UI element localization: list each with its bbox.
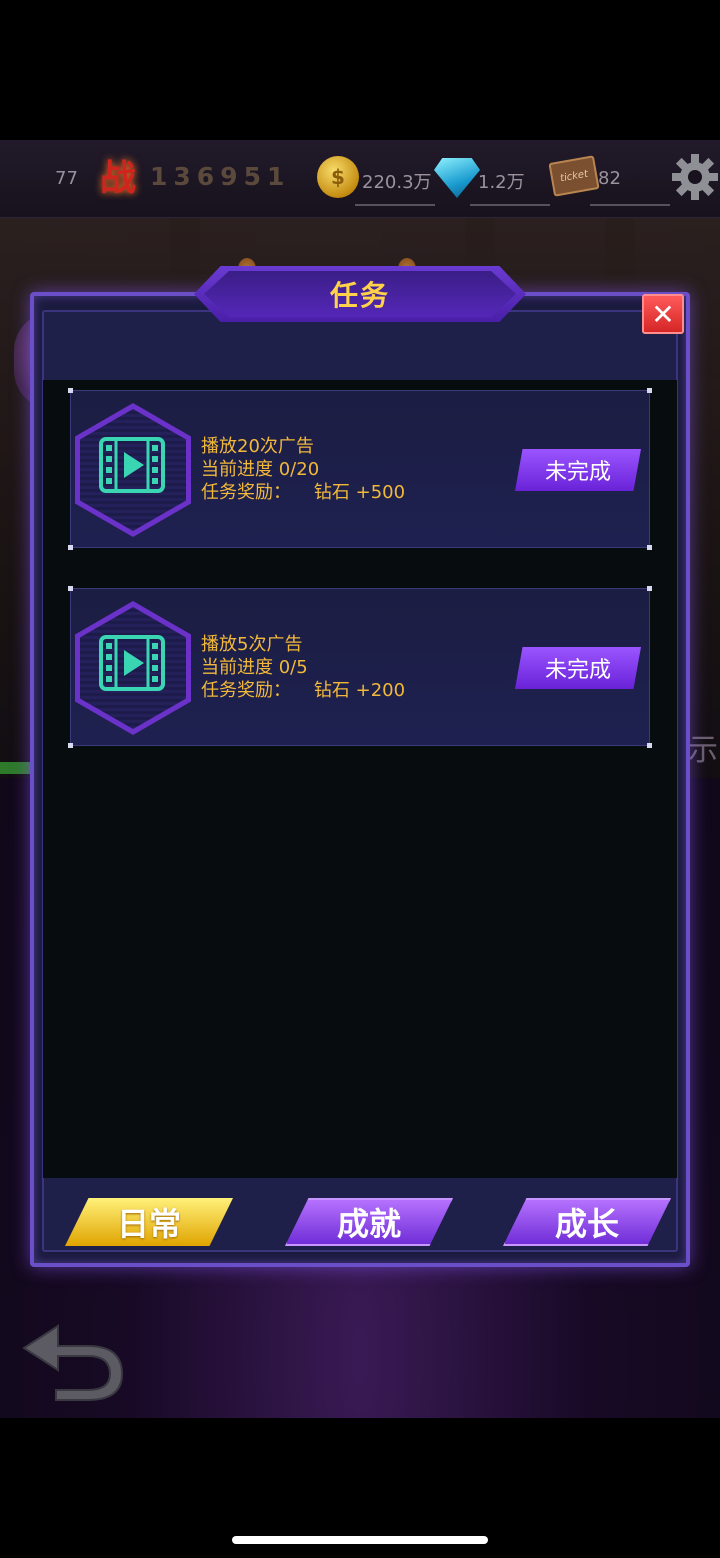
task-details: 播放20次广告 当前进度 0/20 任务奖励： 钻石 +500 [201, 435, 405, 504]
tab-achievement[interactable]: 成就 [285, 1198, 453, 1246]
ticket-icon: ticket [548, 155, 600, 197]
task-progress: 当前进度 0/20 [201, 459, 320, 480]
diamond-icon [434, 158, 480, 198]
task-details: 播放5次广告 当前进度 0/5 任务奖励： 钻石 +200 [201, 633, 405, 702]
ticket-value: 82 [598, 168, 621, 189]
tab-growth[interactable]: 成长 [503, 1198, 671, 1246]
corner-dot [68, 743, 73, 748]
corner-dot [647, 586, 652, 591]
battle-power-value: 136951 [150, 162, 291, 191]
background-hp-bar [0, 762, 30, 774]
task-item: 播放5次广告 当前进度 0/5 任务奖励： 钻石 +200 未完成 [68, 586, 652, 748]
coin-icon: $ [317, 156, 359, 198]
back-arrow-icon[interactable] [18, 1318, 128, 1402]
task-name: 播放5次广告 [201, 634, 303, 655]
task-tab-bar: 日常 成就 成长 [43, 1180, 677, 1260]
film-play-icon [99, 437, 165, 493]
diamond-value: 1.2万 [478, 172, 525, 193]
corner-dot [68, 586, 73, 591]
home-indicator[interactable] [232, 1536, 488, 1544]
tab-daily[interactable]: 日常 [65, 1198, 233, 1246]
task-reward: 任务奖励： 钻石 +500 [201, 482, 406, 503]
coin-underline [355, 204, 435, 206]
gear-icon[interactable] [670, 152, 720, 202]
top-status-bar: 77 战 136951 $ 220.3万 1.2万 ticket 82 [0, 140, 720, 218]
corner-dot [68, 545, 73, 550]
task-status-button[interactable]: 未完成 [515, 449, 641, 491]
background-side-text: 示 [688, 733, 718, 768]
film-play-icon [99, 635, 165, 691]
corner-dot [647, 545, 652, 550]
coin-value: 220.3万 [362, 172, 432, 193]
corner-dot [647, 388, 652, 393]
corner-dot [68, 388, 73, 393]
task-progress: 当前进度 0/5 [201, 657, 308, 678]
ticket-underline [590, 204, 670, 206]
corner-dot [647, 743, 652, 748]
player-level: 77 [55, 168, 78, 189]
task-status-button[interactable]: 未完成 [515, 647, 641, 689]
panel-title: 任务 [329, 279, 390, 312]
game-screen: 77 战 136951 $ 220.3万 1.2万 ticket 82 示 播放… [0, 140, 720, 1418]
diamond-underline [470, 204, 550, 206]
task-item: 播放20次广告 当前进度 0/20 任务奖励： 钻石 +500 未完成 [68, 388, 652, 550]
close-button[interactable]: ✕ [642, 294, 684, 334]
task-reward: 任务奖励： 钻石 +200 [201, 680, 406, 701]
task-name: 播放20次广告 [201, 436, 314, 457]
battle-power-icon: 战 [99, 158, 136, 199]
